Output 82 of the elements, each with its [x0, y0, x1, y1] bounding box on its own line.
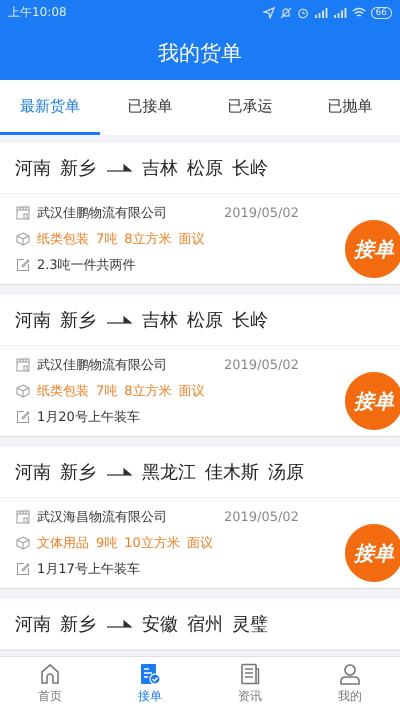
cargo-info: 面议 — [186, 535, 213, 552]
order-date: 2019/05/02 — [224, 510, 299, 524]
box-icon — [16, 384, 30, 398]
cargo-info: 8立方米 — [124, 231, 172, 248]
arrow-icon — [106, 164, 132, 172]
origin-place: 新乡 — [60, 157, 96, 180]
cargo-info: 面议 — [178, 383, 205, 400]
location-icon — [262, 6, 275, 18]
order-card[interactable]: 河南 新乡 吉林 松原 长岭 武汉佳鹏物流有限公司 2019/05/02 纸类包装 7吨 8立方米 面议 1月20号上午装车 接单 — [0, 295, 400, 437]
order-note: 1月20号上午装车 — [37, 409, 140, 426]
accept-button[interactable]: 接单 — [345, 220, 400, 278]
destination-place: 松原 — [187, 157, 223, 180]
company-name: 武汉海昌物流有限公司 — [37, 509, 168, 526]
store-icon — [16, 206, 30, 220]
destination-place: 松原 — [187, 309, 223, 332]
status-time: 上午10:08 — [8, 4, 67, 21]
cargo-info: 7吨 — [96, 383, 118, 400]
order-card[interactable]: 河南 新乡 黑龙江 佳木斯 汤原 武汉海昌物流有限公司 2019/05/02 文体用品 9吨 10立方米 面议 1月17号上午装车 接单 — [0, 447, 400, 589]
destination-place: 安徽 — [142, 613, 178, 636]
newspaper-icon — [239, 663, 261, 685]
destination-place: 灵璧 — [232, 613, 268, 636]
destination-place: 佳木斯 — [205, 461, 259, 484]
cargo-info: 8立方米 — [124, 383, 172, 400]
edit-icon — [16, 410, 30, 424]
destination-place: 吉林 — [142, 309, 178, 332]
arrow-icon — [106, 468, 132, 476]
nav-item[interactable]: 接单 — [100, 657, 200, 711]
cargo-info: 面议 — [178, 231, 205, 248]
signal-icon — [314, 7, 328, 18]
order-note: 2.3吨一件共两件 — [37, 257, 136, 274]
origin-place: 新乡 — [60, 461, 96, 484]
destination-place: 长岭 — [232, 157, 268, 180]
origin-place: 河南 — [15, 157, 51, 180]
cargo-info: 7吨 — [96, 231, 118, 248]
box-icon — [16, 232, 30, 246]
company-name: 武汉佳鹏物流有限公司 — [37, 357, 168, 374]
tab[interactable]: 最新货单 — [0, 80, 100, 135]
destination-place: 长岭 — [232, 309, 268, 332]
order-note: 1月17号上午装车 — [37, 561, 140, 578]
accept-button[interactable]: 接单 — [345, 524, 400, 582]
nav-item[interactable]: 首页 — [0, 657, 100, 711]
origin-place: 新乡 — [60, 309, 96, 332]
document-check-icon — [139, 663, 161, 685]
destination-place: 宿州 — [187, 613, 223, 636]
tab[interactable]: 已接单 — [100, 80, 200, 135]
tab[interactable]: 已抛单 — [300, 80, 400, 135]
destination-place: 吉林 — [142, 157, 178, 180]
battery-indicator: 66 — [370, 6, 392, 18]
page-title: 我的货单 — [158, 40, 242, 66]
cargo-info: 10立方米 — [124, 535, 180, 552]
arrow-icon — [106, 620, 132, 628]
tab[interactable]: 已承运 — [200, 80, 300, 135]
edit-icon — [16, 562, 30, 576]
alarm-icon — [296, 6, 309, 18]
person-icon — [339, 663, 361, 685]
nav-item[interactable]: 我的 — [300, 657, 400, 711]
cargo-info: 9吨 — [96, 535, 118, 552]
accept-button[interactable]: 接单 — [345, 372, 400, 430]
cargo-info: 纸类包装 — [37, 383, 89, 400]
edit-icon — [16, 258, 30, 272]
order-card[interactable]: 河南 新乡 吉林 松原 长岭 武汉佳鹏物流有限公司 2019/05/02 纸类包装 7吨 8立方米 面议 2.3吨一件共两件 接单 — [0, 143, 400, 285]
destination-place: 汤原 — [268, 461, 304, 484]
order-date: 2019/05/02 — [224, 206, 299, 220]
store-icon — [16, 358, 30, 372]
wifi-icon — [352, 7, 366, 18]
company-name: 武汉佳鹏物流有限公司 — [37, 205, 168, 222]
home-icon — [39, 663, 61, 685]
order-date: 2019/05/02 — [224, 358, 299, 372]
destination-place: 黑龙江 — [142, 461, 196, 484]
nav-item[interactable]: 资讯 — [200, 657, 300, 711]
order-card[interactable]: 河南 新乡 安徽 宿州 灵璧 — [0, 599, 400, 651]
store-icon — [16, 510, 30, 524]
box-icon — [16, 536, 30, 550]
origin-place: 河南 — [15, 461, 51, 484]
cargo-info: 文体用品 — [37, 535, 89, 552]
origin-place: 新乡 — [60, 613, 96, 636]
signal-icon — [332, 7, 347, 18]
arrow-icon — [106, 316, 132, 324]
bell-muted-icon — [280, 6, 292, 18]
cargo-info: 纸类包装 — [37, 231, 89, 248]
origin-place: 河南 — [15, 613, 51, 636]
origin-place: 河南 — [15, 309, 51, 332]
